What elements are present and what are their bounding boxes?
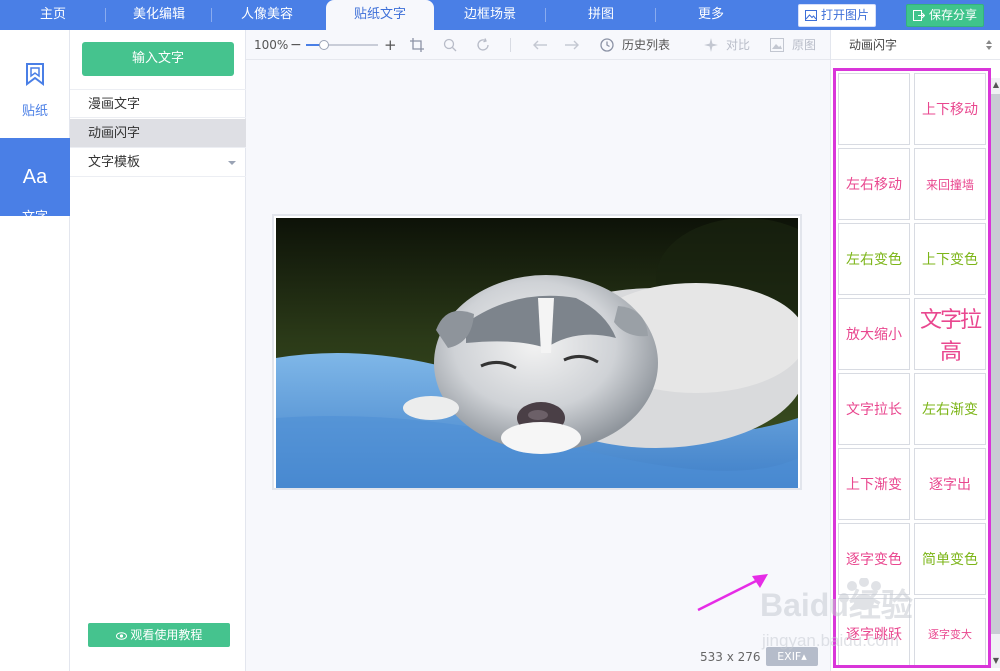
- effect-label: 左右变色: [846, 252, 902, 268]
- editor-toolbar: 100% − + 历史列表 对比 原图: [246, 30, 830, 60]
- effects-panel: 动画闪字 上下移动左右移动 来回撞墙左右变色 上下变色放大缩小 文字拉高文字拉长 左右渐…: [830, 30, 1000, 671]
- zoom-in-button[interactable]: +: [384, 30, 397, 60]
- effect-label: 文字拉高: [919, 308, 982, 365]
- undo-icon[interactable]: [532, 40, 548, 50]
- save-share-label: 保存分享: [929, 8, 978, 22]
- tab-collage[interactable]: 拼图: [546, 0, 656, 30]
- effect-label: 来回撞墙: [925, 177, 974, 192]
- effect-cell[interactable]: 来回撞墙: [914, 148, 986, 220]
- tab-label: 拼图: [587, 7, 614, 22]
- category-text[interactable]: Aa 文字: [0, 138, 70, 225]
- effect-cell[interactable]: 逐字出: [914, 448, 986, 520]
- tab-home[interactable]: 主页: [0, 0, 106, 30]
- zoom-slider-handle[interactable]: [319, 40, 329, 50]
- effect-label: 逐字出: [929, 477, 971, 493]
- history-list-button[interactable]: 历史列表: [622, 30, 670, 60]
- zoom-level: 100%: [254, 38, 289, 52]
- watch-tutorial-button[interactable]: 观看使用教程: [88, 623, 230, 647]
- tab-more[interactable]: 更多: [656, 0, 766, 30]
- updown-icon: [986, 40, 992, 50]
- watch-tutorial-label: 观看使用教程: [130, 628, 203, 642]
- zoom-out-button[interactable]: −: [290, 30, 302, 60]
- effect-cell[interactable]: 文字拉高: [914, 298, 986, 370]
- tab-beautify[interactable]: 美化编辑: [106, 0, 212, 30]
- zoom-slider[interactable]: [306, 40, 378, 50]
- effects-dropdown-value: 动画闪字: [849, 38, 898, 52]
- menu-item-label: 动画闪字: [88, 126, 141, 141]
- original-image-button[interactable]: 原图: [792, 30, 816, 60]
- watermark-brand: Baidu经验: [760, 587, 913, 623]
- sparkle-icon: [704, 38, 718, 52]
- caret-down-icon: [228, 161, 236, 165]
- baidu-watermark: Baidu经验 jingyan.baidu.com: [760, 578, 913, 650]
- tab-label: 美化编辑: [132, 7, 185, 22]
- open-image-label: 打开图片: [821, 8, 870, 22]
- compare-button[interactable]: 对比: [726, 30, 750, 60]
- scrollbar-thumb[interactable]: [991, 94, 1000, 634]
- effect-cell[interactable]: [838, 73, 910, 145]
- menu-item-animated-text[interactable]: 动画闪字: [70, 119, 246, 148]
- tab-portrait[interactable]: 人像美容: [212, 0, 322, 30]
- scroll-down-icon[interactable]: ▼: [991, 654, 1000, 668]
- effect-label: 放大缩小: [846, 327, 902, 343]
- effect-label: 左右渐变: [922, 402, 978, 418]
- effect-cell[interactable]: 上下变色: [914, 223, 986, 295]
- effect-cell[interactable]: 文字拉长: [838, 373, 910, 445]
- effect-label: 左右移动: [846, 177, 902, 193]
- export-icon: [913, 10, 925, 21]
- effect-label: 简单变色: [922, 552, 978, 568]
- category-sticker[interactable]: 贴纸: [0, 60, 70, 138]
- menu-item-comic-text[interactable]: 漫画文字: [70, 89, 246, 118]
- effect-cell[interactable]: 放大缩小: [838, 298, 910, 370]
- rotate-icon[interactable]: [476, 38, 490, 52]
- menu-item-label: 漫画文字: [88, 97, 141, 112]
- save-share-button[interactable]: 保存分享: [906, 4, 984, 27]
- effect-cell[interactable]: 左右渐变: [914, 373, 986, 445]
- husky-puppy-photo[interactable]: [276, 218, 798, 488]
- scroll-up-icon[interactable]: ▲: [991, 78, 1000, 92]
- effect-cell[interactable]: 左右移动: [838, 148, 910, 220]
- tab-label: 更多: [697, 7, 724, 22]
- tab-frames[interactable]: 边框场景: [434, 0, 546, 30]
- effects-dropdown[interactable]: 动画闪字: [831, 30, 1000, 60]
- eye-icon: [115, 632, 127, 640]
- menu-item-label: 文字模板: [88, 155, 141, 170]
- tab-label: 边框场景: [463, 7, 516, 22]
- effect-label: 上下变色: [922, 252, 978, 268]
- crop-icon[interactable]: [410, 38, 424, 52]
- effect-cell[interactable]: 上下移动: [914, 73, 986, 145]
- image-icon: [805, 10, 817, 21]
- text-icon: Aa: [22, 166, 48, 188]
- open-image-button[interactable]: 打开图片: [798, 4, 876, 27]
- menu-item-text-template[interactable]: 文字模板: [70, 148, 246, 177]
- tab-label: 主页: [39, 7, 66, 22]
- redo-icon[interactable]: [564, 40, 580, 50]
- category-sidebar: 贴纸 Aa 文字: [0, 30, 70, 671]
- effect-label: 逐字变色: [846, 552, 902, 568]
- effect-label: 上下渐变: [846, 477, 902, 493]
- effect-cell[interactable]: 左右变色: [838, 223, 910, 295]
- effect-cell[interactable]: 上下渐变: [838, 448, 910, 520]
- tab-label: 人像美容: [240, 7, 293, 22]
- effect-label: 上下移动: [922, 102, 978, 118]
- magnify-icon[interactable]: [443, 38, 457, 52]
- photo-frame: [272, 214, 802, 490]
- picture-icon: [770, 38, 784, 52]
- category-sticker-label: 贴纸: [21, 104, 48, 119]
- sticker-icon: [26, 63, 44, 86]
- input-text-button[interactable]: 输入文字: [82, 42, 234, 76]
- toolbar-divider: [510, 38, 511, 52]
- tab-sticker-text[interactable]: 贴纸文字: [326, 0, 434, 30]
- image-dimensions: 533 x 276: [700, 650, 761, 664]
- top-nav: 主页 美化编辑 人像美容 贴纸文字 边框场景 拼图 更多 打开图片 保存分享: [0, 0, 1000, 30]
- watermark-url: jingyan.baidu.com: [761, 631, 899, 650]
- text-options-panel: 输入文字 漫画文字 动画闪字 文字模板 观看使用教程: [70, 30, 246, 671]
- clock-icon: [600, 38, 614, 52]
- effect-label: 文字拉长: [846, 402, 902, 418]
- tab-label: 贴纸文字: [353, 7, 406, 22]
- category-text-label: 文字: [21, 210, 48, 225]
